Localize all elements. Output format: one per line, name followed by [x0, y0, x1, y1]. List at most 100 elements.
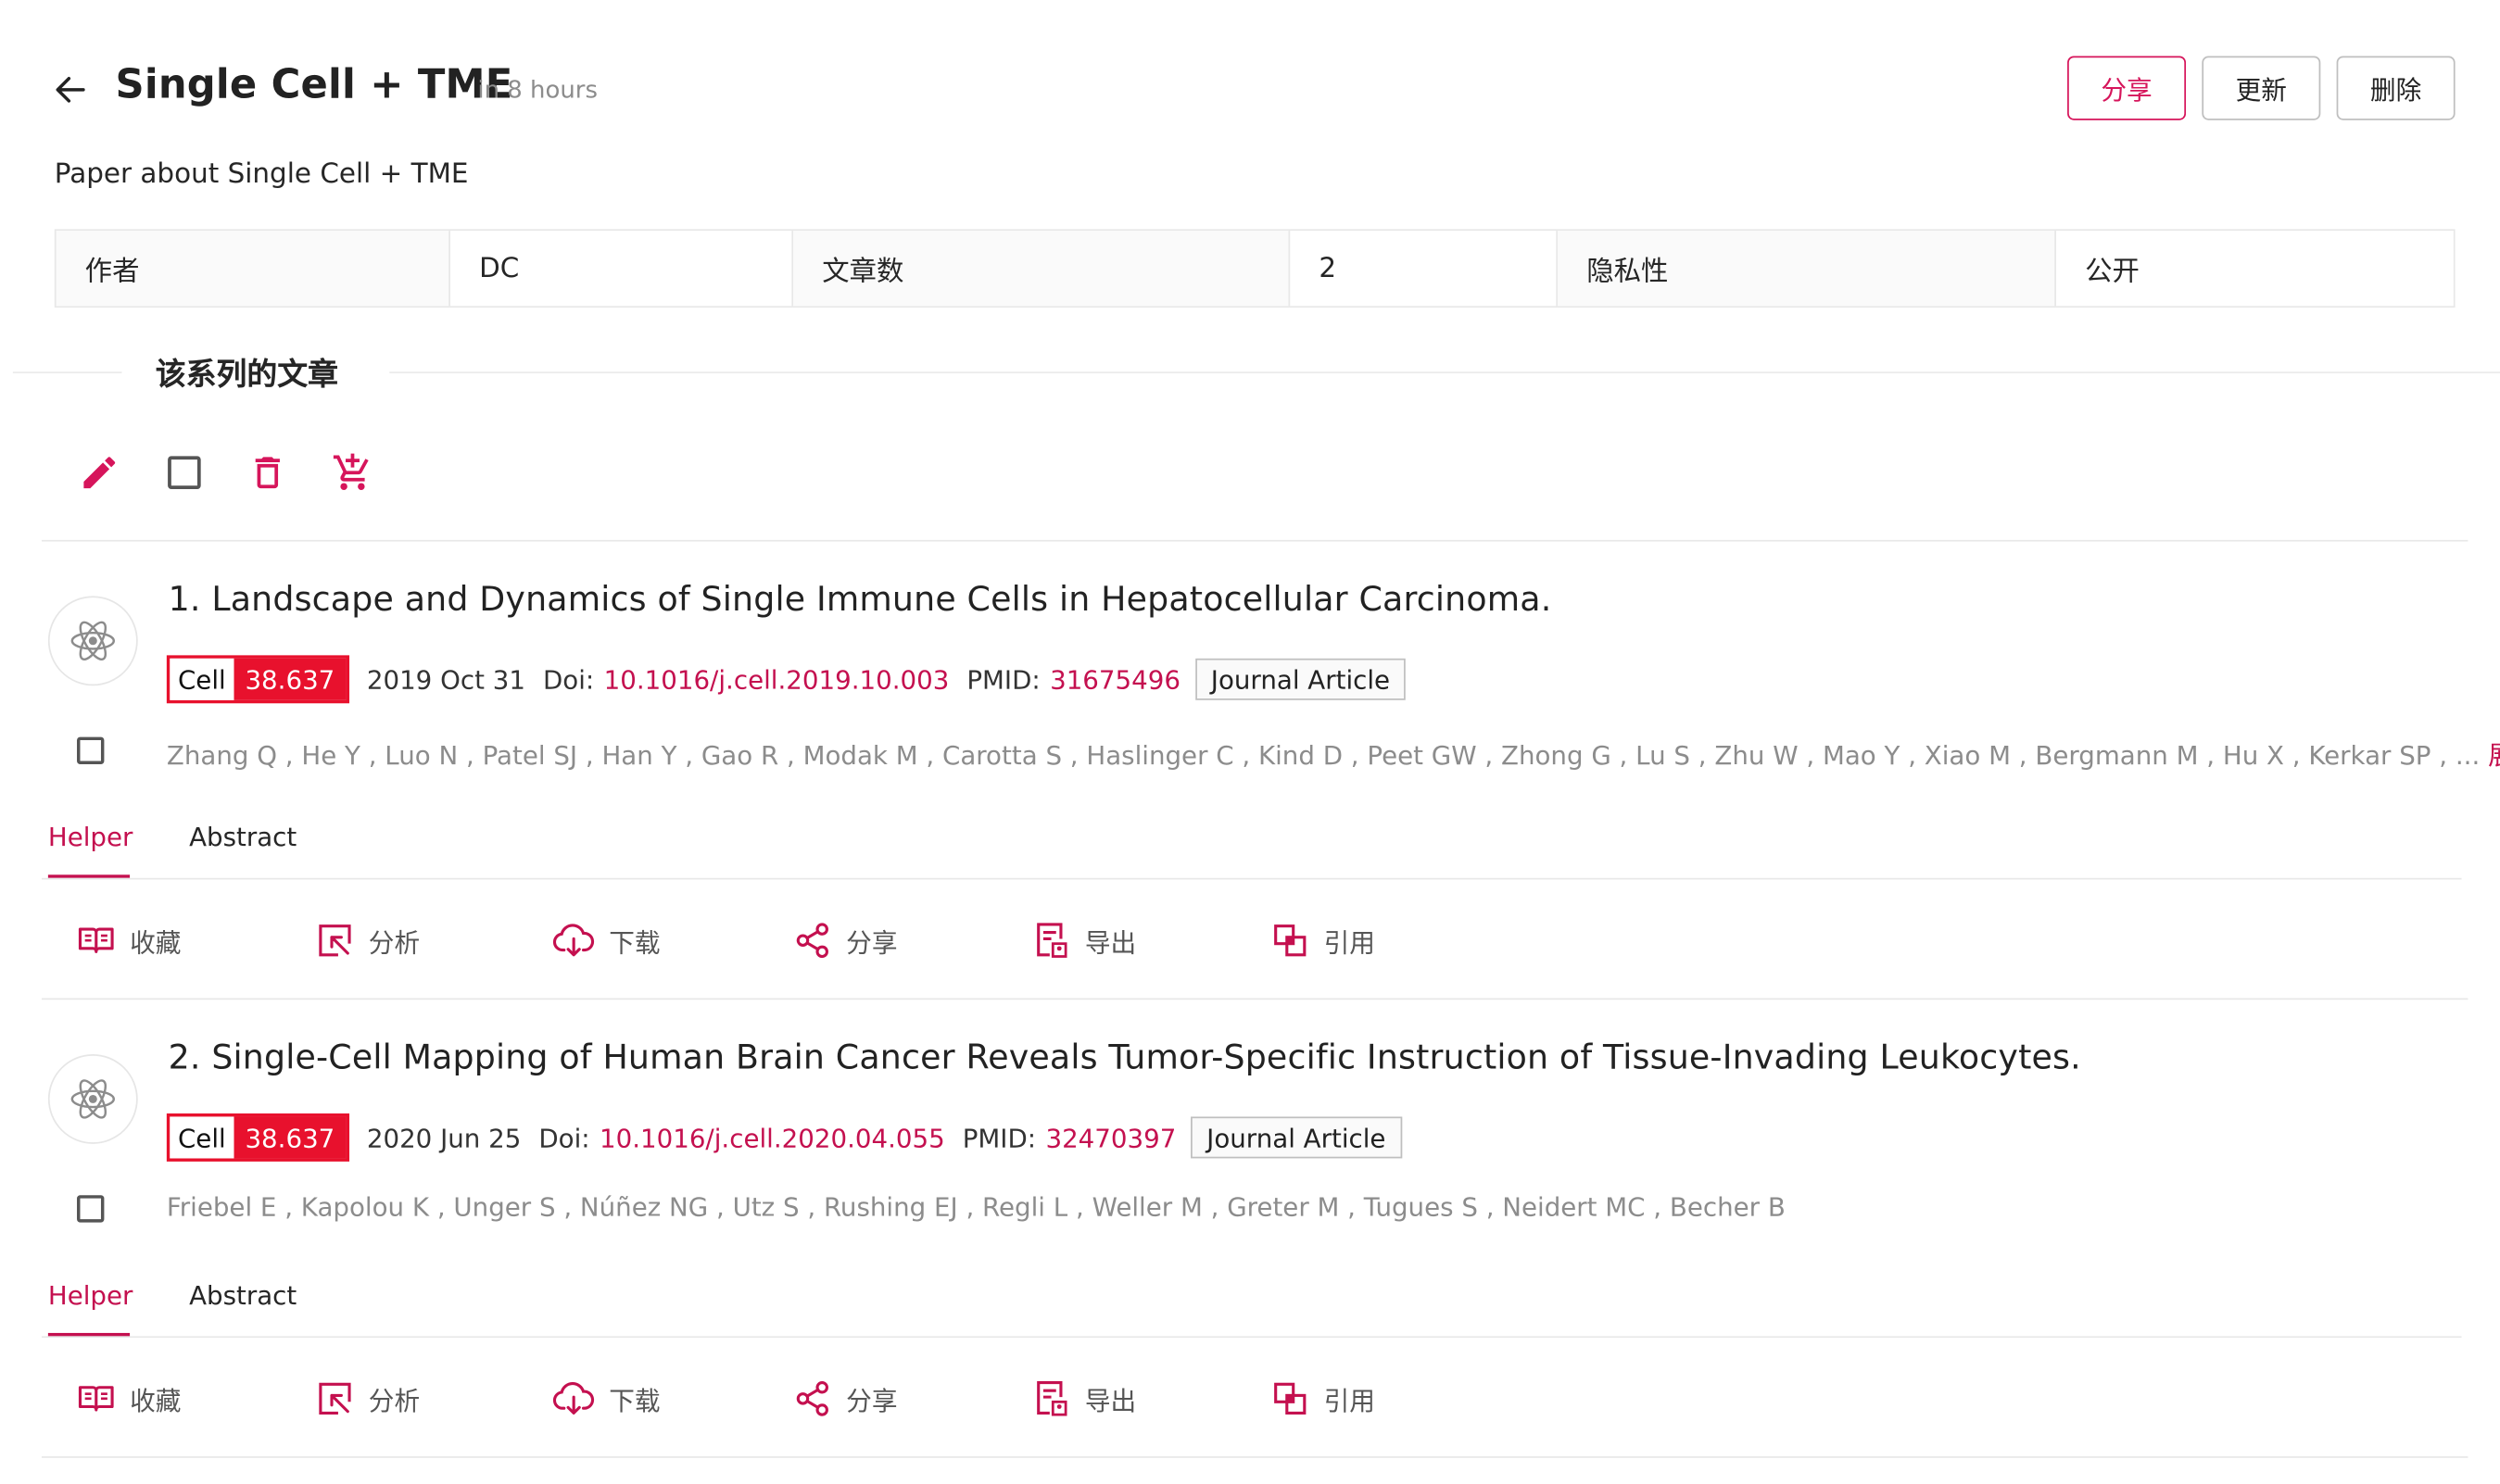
share-label: 分享 — [846, 927, 898, 959]
divider — [41, 1456, 2468, 1458]
journal-badge[interactable]: Cell 38.637 — [166, 655, 349, 704]
share-icon — [796, 923, 828, 959]
authors-text: Friebel E , Kapolou K , Unger S , Núñez … — [166, 1191, 1786, 1223]
pmid-label: PMID: — [966, 663, 1041, 695]
doi-link[interactable]: 10.1016/j.cell.2020.04.055 — [600, 1123, 945, 1153]
cite-icon — [1274, 924, 1307, 957]
publish-date: 2020 Jun 25 — [366, 1122, 522, 1153]
article-checkbox[interactable] — [77, 1195, 105, 1223]
article-title[interactable]: 1. Landscape and Dynamics of Single Immu… — [169, 580, 1552, 619]
trash-icon[interactable] — [246, 452, 288, 494]
pmid-link[interactable]: 32470397 — [1045, 1123, 1176, 1153]
pmid-link[interactable]: 31675496 — [1050, 664, 1181, 695]
section-title: 该系列的文章 — [155, 357, 338, 393]
download-label: 下载 — [609, 1386, 661, 1416]
article-title[interactable]: 2. Single-Cell Mapping of Human Brain Ca… — [169, 1038, 2081, 1077]
author-label: 作者 — [56, 231, 450, 307]
analyze-icon — [319, 924, 351, 957]
collect-button[interactable]: 收藏 — [77, 921, 181, 960]
privacy-value: 公开 — [2085, 256, 2140, 289]
article-meta: Cell 38.637 2020 Jun 25 Doi: 10.1016/j.c… — [166, 1113, 1402, 1162]
series-description: Paper about Single Cell + TME — [54, 158, 469, 191]
journal-name: Cell — [170, 658, 234, 700]
page: Single Cell + TME in 8 hours 分享 更新 删除 Pa… — [0, 0, 2500, 1484]
article-checkbox[interactable] — [77, 736, 105, 764]
cloud-download-icon — [552, 924, 595, 957]
analyze-label: 分析 — [368, 927, 421, 959]
collect-button[interactable]: 收藏 — [77, 1379, 181, 1418]
export-button[interactable]: 导出 — [1032, 1379, 1136, 1418]
author-list: Friebel E , Kapolou K , Unger S , Núñez … — [167, 1192, 1786, 1223]
back-arrow-icon[interactable] — [51, 70, 90, 109]
journal-badge[interactable]: Cell 38.637 — [166, 1113, 349, 1162]
export-icon — [1037, 1381, 1067, 1416]
export-label: 导出 — [1084, 927, 1137, 959]
pmid-label: PMID: — [962, 1122, 1037, 1153]
author-list: Zhang Q , He Y , Luo N , Patel SJ , Han … — [167, 734, 2500, 773]
update-button[interactable]: 更新 — [2202, 56, 2321, 120]
export-label: 导出 — [1084, 1386, 1137, 1416]
analyze-label: 分析 — [368, 1386, 421, 1416]
book-icon — [78, 927, 114, 953]
doi-label: Doi: — [542, 663, 595, 695]
atom-icon — [70, 621, 116, 660]
section-divider-left — [12, 371, 122, 373]
tab-divider — [41, 1336, 2462, 1339]
book-icon — [78, 1386, 114, 1412]
privacy-label: 隐私性 — [1558, 231, 2056, 307]
cloud-download-icon — [552, 1382, 595, 1415]
share-button[interactable]: 分享 — [2067, 56, 2187, 120]
doi-link[interactable]: 10.1016/j.cell.2019.10.003 — [604, 664, 950, 695]
share-label: 分享 — [846, 1386, 898, 1416]
tab-helper[interactable]: Helper — [48, 822, 133, 852]
authors-text: Zhang Q , He Y , Luo N , Patel SJ , Han … — [166, 740, 2481, 771]
cart-add-icon[interactable] — [332, 452, 373, 494]
share-article-button[interactable]: 分享 — [793, 921, 898, 960]
atom-icon — [70, 1079, 116, 1119]
select-all-checkbox-icon[interactable] — [163, 452, 205, 494]
article-count-label: 文章数 — [793, 231, 1291, 307]
section-divider-right — [389, 371, 2500, 373]
export-icon — [1037, 923, 1067, 958]
tab-divider — [41, 877, 2462, 880]
download-button[interactable]: 下载 — [552, 921, 661, 960]
article-type-tag: Journal Article — [1190, 1116, 1402, 1159]
update-time: in 8 hours — [477, 75, 598, 105]
author-value: DC — [450, 231, 794, 307]
article-type-tag: Journal Article — [1194, 658, 1407, 700]
expand-authors-link[interactable]: 展开 — [2488, 740, 2500, 771]
export-button[interactable]: 导出 — [1032, 921, 1136, 960]
cite-button[interactable]: 引用 — [1270, 921, 1375, 960]
download-label: 下载 — [609, 927, 661, 959]
divider — [41, 539, 2468, 542]
download-button[interactable]: 下载 — [552, 1379, 661, 1418]
article-count-value: 2 — [1290, 231, 1559, 307]
page-title: Single Cell + TME — [115, 60, 513, 107]
edit-icon[interactable] — [79, 452, 120, 494]
cite-label: 引用 — [1323, 1386, 1375, 1416]
series-info-table: 作者 DC 文章数 2 隐私性 公开 — [54, 229, 2456, 308]
tab-helper[interactable]: Helper — [48, 1280, 133, 1311]
tab-abstract[interactable]: Abstract — [189, 1280, 297, 1311]
collect-label: 收藏 — [130, 927, 182, 959]
delete-button[interactable]: 删除 — [2336, 56, 2456, 120]
cite-label: 引用 — [1323, 927, 1375, 959]
collect-label: 收藏 — [130, 1386, 182, 1416]
analyze-button[interactable]: 分析 — [316, 1379, 420, 1418]
share-article-button[interactable]: 分享 — [793, 1379, 898, 1418]
journal-name: Cell — [170, 1116, 234, 1159]
analyze-icon — [319, 1382, 351, 1415]
publish-date: 2019 Oct 31 — [366, 663, 525, 695]
article-avatar — [47, 596, 138, 686]
analyze-button[interactable]: 分析 — [316, 921, 420, 960]
tab-abstract[interactable]: Abstract — [189, 822, 297, 852]
divider — [41, 998, 2468, 1000]
doi-label: Doi: — [538, 1122, 590, 1153]
impact-factor: 38.637 — [234, 658, 347, 700]
share-icon — [796, 1381, 828, 1416]
article-avatar — [47, 1054, 138, 1144]
impact-factor: 38.637 — [234, 1116, 347, 1159]
article-meta: Cell 38.637 2019 Oct 31 Doi: 10.1016/j.c… — [166, 655, 1407, 704]
cite-icon — [1274, 1382, 1307, 1415]
cite-button[interactable]: 引用 — [1270, 1379, 1375, 1418]
